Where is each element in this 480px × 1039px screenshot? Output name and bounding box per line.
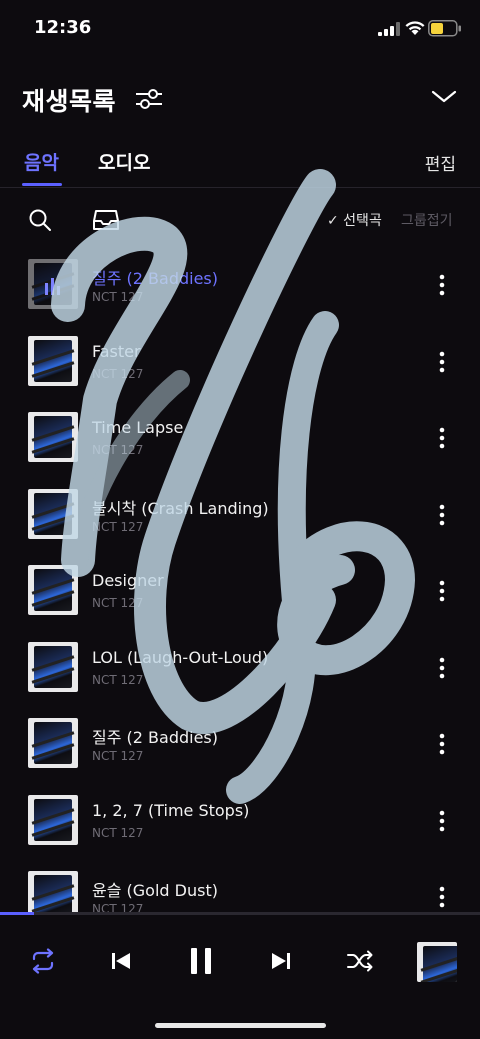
more-icon[interactable]: [436, 809, 448, 833]
group-fold-button[interactable]: 그룹접기: [401, 210, 453, 230]
track-artist: NCT 127: [92, 749, 144, 763]
track-row[interactable]: 불시착 (Crash Landing) NCT 127: [0, 479, 480, 556]
wifi-icon: [405, 21, 425, 35]
more-icon[interactable]: [436, 656, 448, 680]
more-icon[interactable]: [436, 503, 448, 527]
active-tab-indicator: [22, 183, 62, 186]
tab-music[interactable]: 음악: [24, 148, 59, 175]
player-bar: [0, 915, 480, 1039]
equalizer-icon: [45, 278, 60, 295]
track-title: 불시착 (Crash Landing): [92, 498, 269, 518]
track-artist: NCT 127: [92, 596, 144, 610]
more-icon[interactable]: [436, 579, 448, 603]
more-icon[interactable]: [436, 273, 448, 297]
album-art: [28, 718, 78, 768]
tab-audio[interactable]: 오디오: [98, 148, 150, 175]
track-row[interactable]: Time Lapse NCT 127: [0, 402, 480, 479]
previous-icon[interactable]: [110, 950, 132, 972]
album-art: [28, 871, 78, 913]
track-artist: NCT 127: [92, 290, 144, 304]
track-artist: NCT 127: [92, 672, 144, 687]
chevron-down-icon[interactable]: [430, 86, 458, 106]
track-artist: NCT 127: [92, 366, 144, 381]
list-toolbar: ✓ 선택곡 그룹접기: [0, 196, 480, 246]
header: 재생목록: [0, 72, 480, 128]
album-art: [28, 488, 78, 539]
now-playing-album-art[interactable]: [417, 942, 457, 982]
battery-icon: [428, 20, 461, 37]
shuffle-icon[interactable]: [346, 949, 374, 973]
track-title: 윤슬 (Gold Dust): [92, 881, 218, 900]
next-icon[interactable]: [270, 950, 292, 972]
filter-icon[interactable]: [134, 86, 164, 112]
home-indicator[interactable]: [155, 1023, 326, 1028]
status-time: 12:36: [34, 17, 92, 38]
more-icon[interactable]: [436, 426, 448, 450]
more-icon[interactable]: [436, 885, 448, 909]
track-title: Time Lapse: [92, 418, 184, 437]
track-artist: NCT 127: [92, 443, 144, 457]
signal-icon: [378, 22, 400, 36]
track-title: 질주 (2 Baddies): [92, 728, 218, 747]
track-title: 1, 2, 7 (Time Stops): [92, 800, 250, 820]
more-icon[interactable]: [436, 732, 448, 756]
more-icon[interactable]: [436, 350, 448, 374]
album-art: [28, 565, 78, 615]
search-icon[interactable]: [28, 208, 52, 232]
select-songs-button[interactable]: ✓ 선택곡: [327, 210, 382, 230]
track-title: LOL (Laugh-Out-Loud): [92, 647, 269, 667]
track-title: Designer: [92, 571, 164, 590]
track-row[interactable]: 질주 (2 Baddies) NCT 127: [0, 249, 480, 326]
status-bar: 12:36: [0, 0, 480, 58]
track-artist: NCT 127: [92, 519, 144, 534]
edit-button[interactable]: 편집: [425, 150, 456, 175]
track-row[interactable]: 1, 2, 7 (Time Stops) NCT 127: [0, 785, 480, 862]
track-title: Faster: [92, 341, 141, 361]
inbox-icon[interactable]: [92, 208, 120, 232]
album-art: [28, 641, 78, 692]
track-artist: NCT 127: [92, 825, 144, 840]
album-art: [28, 412, 78, 462]
pause-icon[interactable]: [188, 946, 214, 976]
tab-bar: 음악 오디오 편집: [0, 140, 480, 188]
track-row[interactable]: Faster NCT 127: [0, 326, 480, 403]
track-row[interactable]: 윤슬 (Gold Dust) NCT 127: [0, 861, 480, 913]
track-title: 질주 (2 Baddies): [92, 269, 218, 288]
album-art: [28, 335, 78, 386]
page-title: 재생목록: [22, 87, 117, 116]
track-list: 질주 (2 Baddies) NCT 127 Faster NCT 127 Time L…: [0, 249, 480, 913]
track-row[interactable]: Designer NCT 127: [0, 555, 480, 632]
track-row[interactable]: LOL (Laugh-Out-Loud) NCT 127: [0, 632, 480, 709]
album-art: [28, 794, 78, 845]
track-row[interactable]: 질주 (2 Baddies) NCT 127: [0, 708, 480, 785]
repeat-icon[interactable]: [29, 948, 57, 974]
